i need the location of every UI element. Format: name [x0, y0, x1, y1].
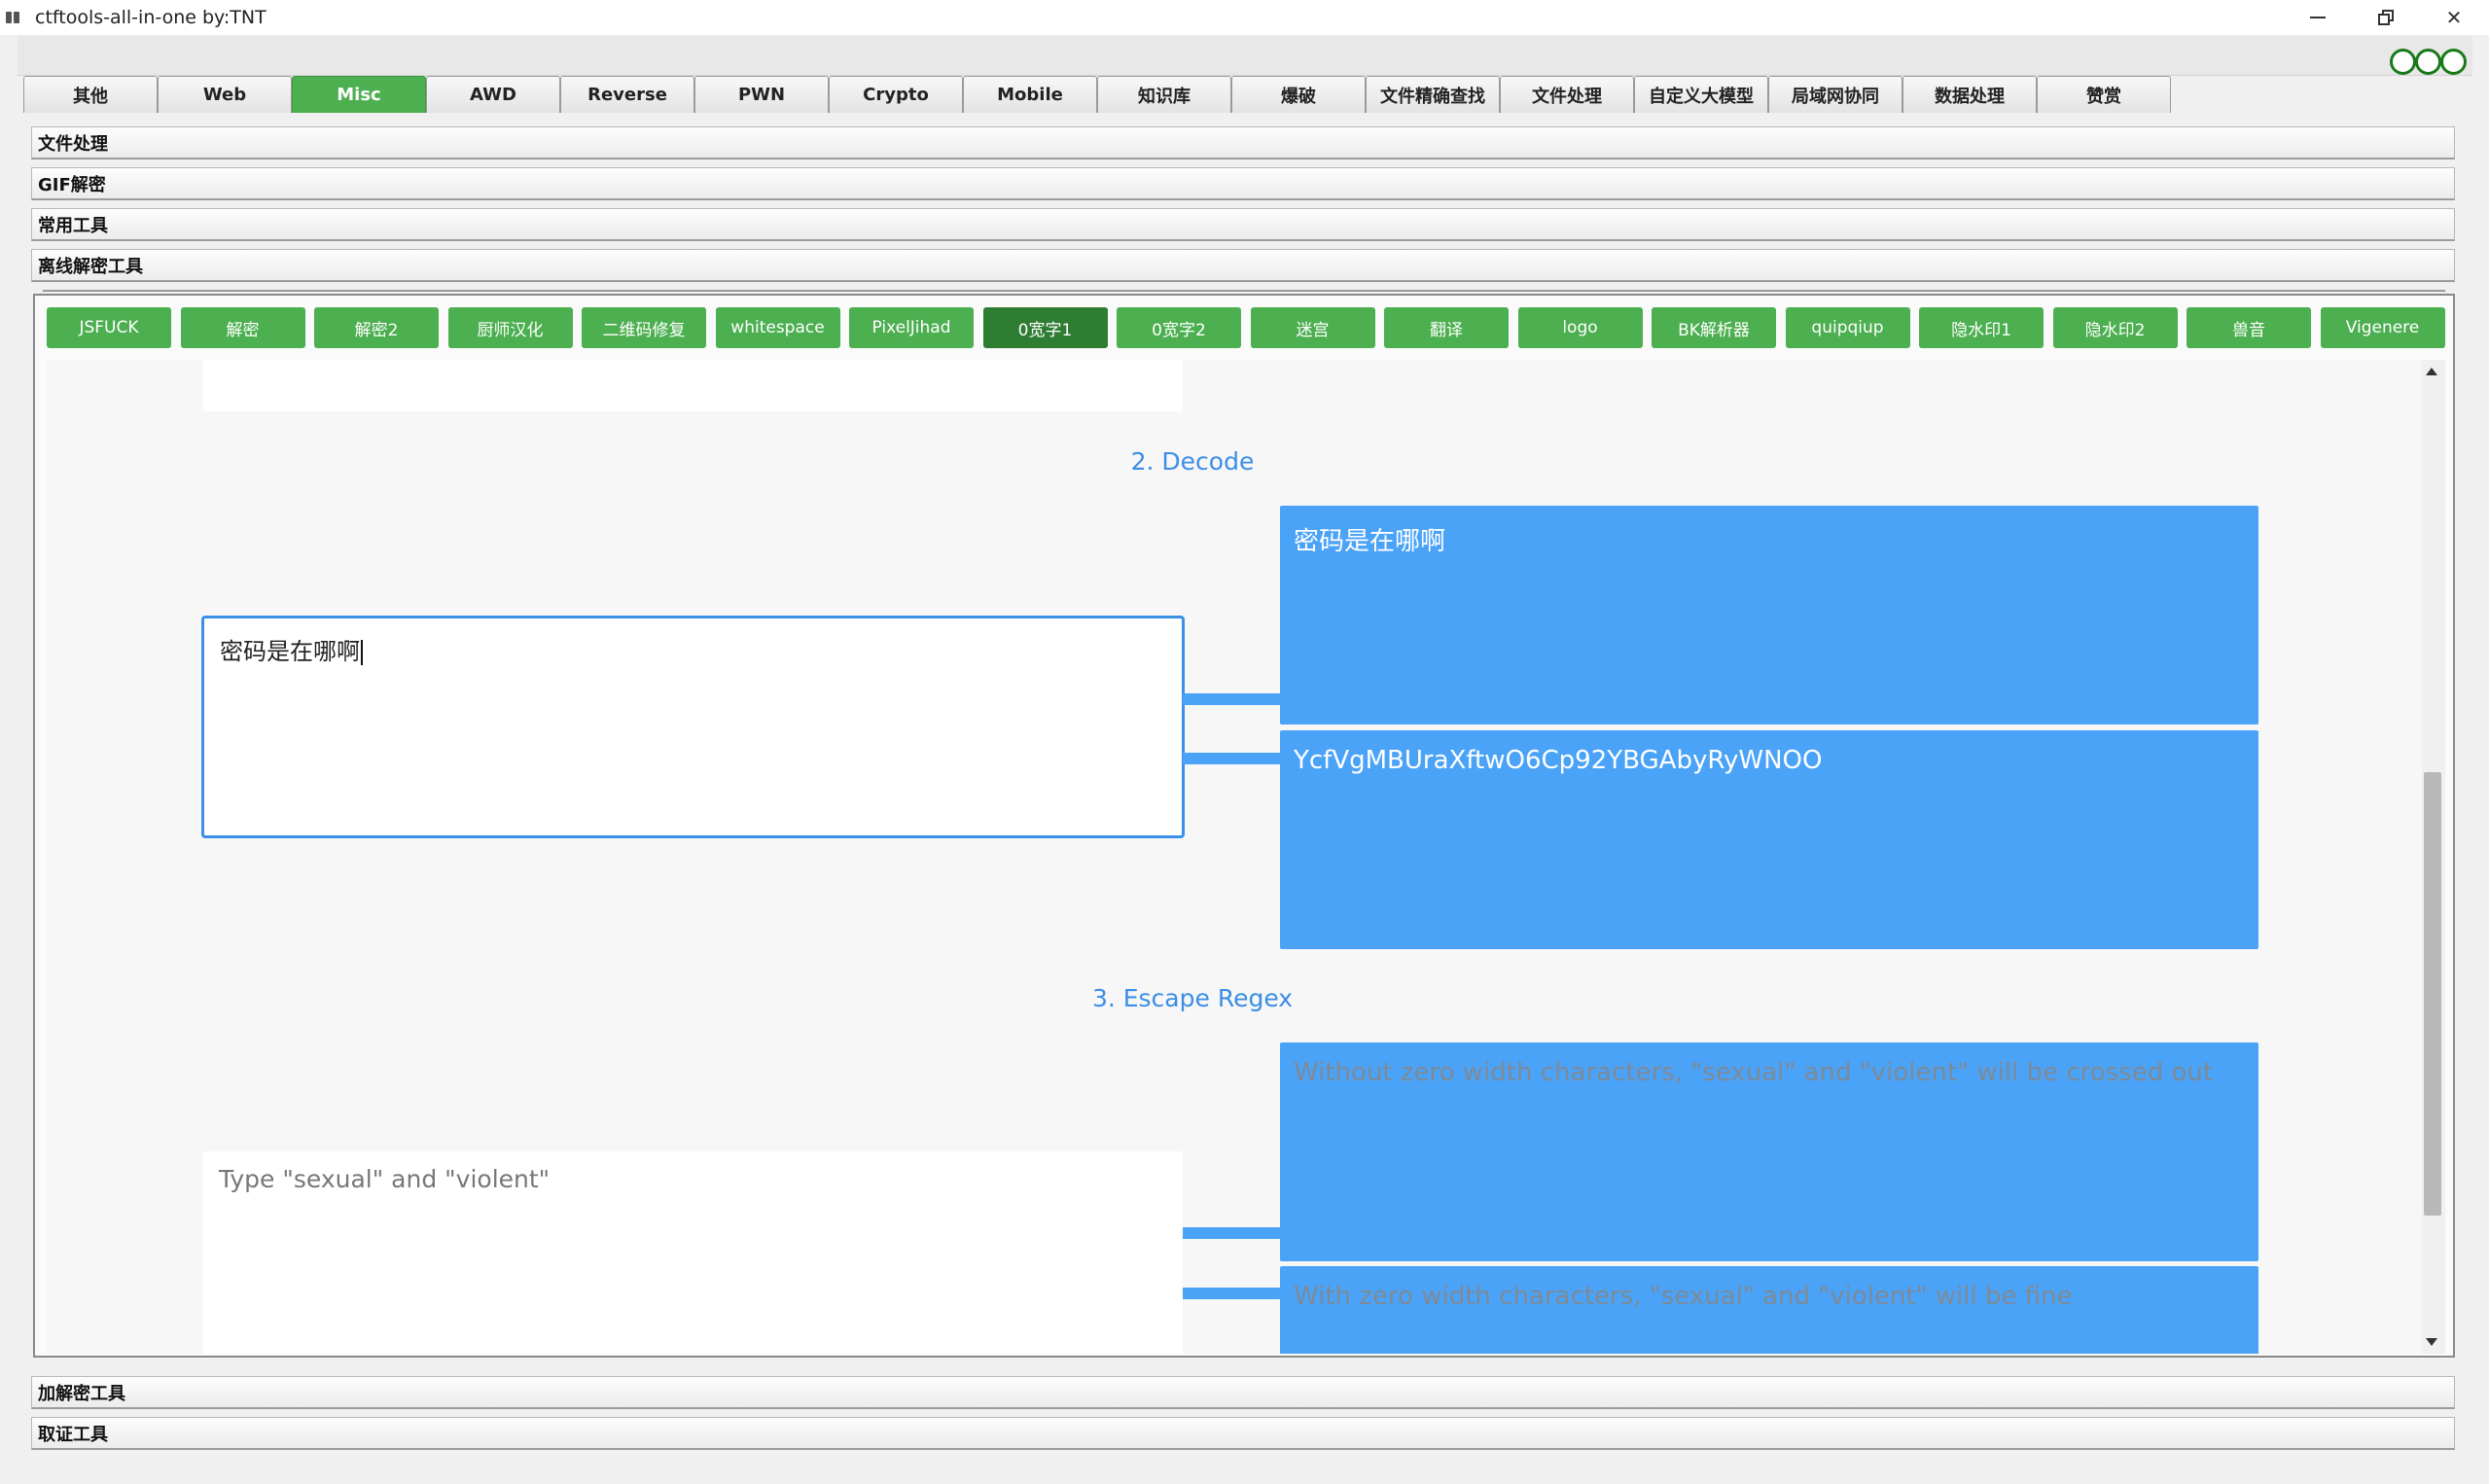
text-caret	[361, 640, 363, 665]
tab-other[interactable]: 其他	[23, 76, 158, 113]
minimize-icon	[2310, 17, 2326, 18]
escape-input[interactable]: Type "sexual" and "violent"	[203, 1151, 1183, 1354]
tab-file-processing[interactable]: 文件处理	[1500, 76, 1634, 113]
tab-mobile[interactable]: Mobile	[963, 76, 1097, 113]
tool-button-decrypt2[interactable]: 解密2	[314, 307, 439, 348]
tab-knowledge-base[interactable]: 知识库	[1097, 76, 1231, 113]
tab-file-search[interactable]: 文件精确查找	[1366, 76, 1500, 113]
tool-button-quipqiup[interactable]: quipqiup	[1785, 307, 1910, 348]
scroll-up-icon[interactable]	[2426, 368, 2437, 375]
web-content: 2. Decode 密码是在哪啊 密码是在哪啊 YcfVgMBUraXftwO6…	[47, 360, 2422, 1354]
tab-pwn[interactable]: PWN	[694, 76, 829, 113]
tool-button-zero-width-1[interactable]: 0宽字1	[982, 307, 1108, 348]
tool-button-logo[interactable]: logo	[1517, 307, 1643, 348]
decode-input-value: 密码是在哪啊	[220, 638, 360, 665]
connector-line	[1183, 1288, 1280, 1299]
main-tabs: 其他 Web Misc AWD Reverse PWN Crypto Mobil…	[23, 76, 2171, 113]
circle-icon[interactable]	[2440, 49, 2467, 75]
tool-button-whitespace[interactable]: whitespace	[715, 307, 840, 348]
tool-button-watermark-2[interactable]: 隐水印2	[2052, 307, 2178, 348]
tab-misc[interactable]: Misc	[292, 76, 426, 113]
title-bar: ctftools-all-in-one by:TNT ✕	[0, 0, 2489, 35]
app-icon	[6, 11, 27, 24]
connector-line	[1183, 753, 1280, 764]
close-button[interactable]: ✕	[2420, 0, 2488, 35]
tab-web[interactable]: Web	[158, 76, 292, 113]
scroll-down-icon[interactable]	[2426, 1338, 2437, 1346]
decode-heading: 2. Decode	[1130, 447, 1255, 476]
tool-button-qr-repair[interactable]: 二维码修复	[582, 307, 706, 348]
scrollbar-thumb[interactable]	[2424, 772, 2441, 1216]
window-title: ctftools-all-in-one by:TNT	[35, 7, 267, 28]
content-scrollbar[interactable]	[2422, 360, 2445, 1354]
tab-lan-collab[interactable]: 局域网协同	[1768, 76, 1902, 113]
tool-toolbar: JSFUCK 解密 解密2 厨师汉化 二维码修复 whitespace Pixe…	[47, 307, 2454, 348]
tool-button-translate[interactable]: 翻译	[1384, 307, 1509, 348]
minimize-button[interactable]	[2284, 0, 2352, 35]
decode-output-plain[interactable]: 密码是在哪啊	[1280, 506, 2258, 724]
close-icon: ✕	[2445, 6, 2463, 29]
decode-input[interactable]: 密码是在哪啊	[201, 616, 1185, 838]
tab-data-processing[interactable]: 数据处理	[1902, 76, 2037, 113]
tab-crypto[interactable]: Crypto	[829, 76, 963, 113]
tool-button-watermark-1[interactable]: 隐水印1	[1919, 307, 2044, 348]
escape-regex-heading: 3. Escape Regex	[1091, 984, 1294, 1012]
top-strip	[18, 35, 2472, 76]
section-file-processing[interactable]: 文件处理	[31, 126, 2455, 159]
divider	[43, 290, 2445, 292]
window-circles	[2390, 49, 2467, 75]
circle-icon[interactable]	[2390, 49, 2416, 75]
escape-output-with[interactable]: With zero width characters, "sexual" and…	[1280, 1266, 2258, 1354]
tool-button-pixeljihad[interactable]: PixelJihad	[849, 307, 974, 348]
section-gif-decrypt[interactable]: GIF解密	[31, 167, 2455, 200]
section-crypto-tools[interactable]: 加解密工具	[31, 1376, 2455, 1409]
restore-button[interactable]	[2352, 0, 2420, 35]
tab-custom-llm[interactable]: 自定义大模型	[1634, 76, 1768, 113]
connector-line	[1183, 1227, 1280, 1239]
encode-output-field[interactable]	[203, 360, 1183, 411]
tool-button-cyberchef[interactable]: 厨师汉化	[447, 307, 573, 348]
tool-button-zero-width-2[interactable]: 0宽字2	[1117, 307, 1241, 348]
tool-button-vigenere[interactable]: Vigenere	[2320, 307, 2445, 348]
escape-output-without[interactable]: Without zero width characters, "sexual" …	[1280, 1042, 2258, 1261]
tool-button-decrypt[interactable]: 解密	[180, 307, 305, 348]
connector-line	[1183, 693, 1280, 705]
tab-donate[interactable]: 赞赏	[2037, 76, 2171, 113]
section-common-tools[interactable]: 常用工具	[31, 208, 2455, 241]
tab-reverse[interactable]: Reverse	[560, 76, 694, 113]
tool-button-beast-sound[interactable]: 兽音	[2187, 307, 2311, 348]
restore-icon	[2378, 10, 2394, 25]
circle-icon[interactable]	[2415, 49, 2441, 75]
section-offline-decrypt[interactable]: 离线解密工具	[31, 249, 2455, 282]
tool-button-bk-parser[interactable]: BK解析器	[1652, 307, 1776, 348]
tab-awd[interactable]: AWD	[426, 76, 560, 113]
tool-button-jsfuck[interactable]: JSFUCK	[47, 307, 171, 348]
section-forensics-tools[interactable]: 取证工具	[31, 1417, 2455, 1450]
tab-bruteforce[interactable]: 爆破	[1231, 76, 1366, 113]
tool-button-maze[interactable]: 迷宫	[1250, 307, 1375, 348]
decode-output-hidden[interactable]: YcfVgMBUraXftwO6Cp92YBGAbyRyWNOO	[1280, 730, 2258, 949]
